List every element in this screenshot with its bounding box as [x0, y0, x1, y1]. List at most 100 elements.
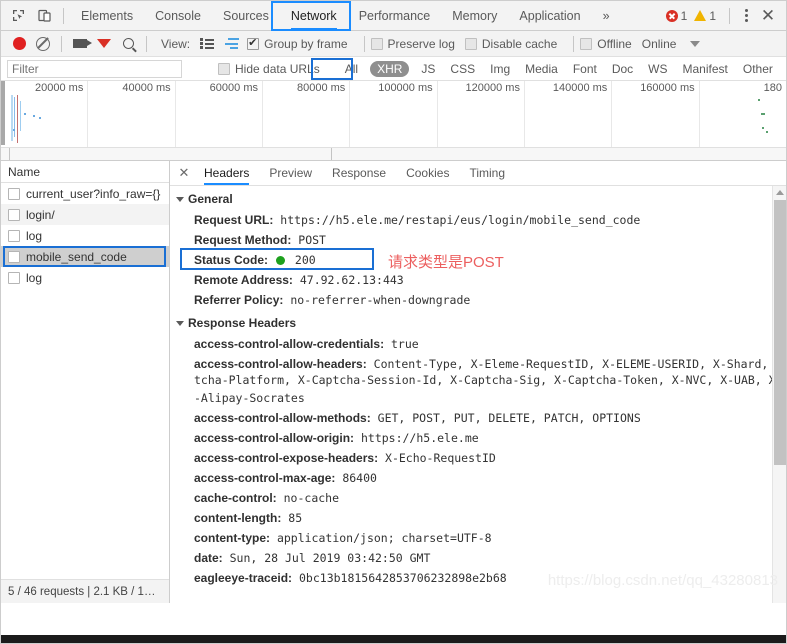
- request-list-header[interactable]: Name: [1, 161, 169, 183]
- overview-handle-right[interactable]: [331, 148, 332, 160]
- scrollbar-thumb[interactable]: [774, 200, 786, 465]
- tick-label: 40000 ms: [122, 82, 171, 94]
- row-checkbox-icon[interactable]: [8, 208, 20, 221]
- row-checkbox-icon[interactable]: [8, 187, 20, 200]
- filter-type-doc[interactable]: Doc: [609, 61, 636, 77]
- network-main-area: Name current_user?info_raw={} login/ log: [1, 161, 786, 603]
- general-section-header[interactable]: General: [170, 192, 786, 206]
- tab-memory[interactable]: Memory: [441, 1, 508, 31]
- headers-content: General Request URL: https://h5.ele.me/r…: [170, 186, 786, 603]
- request-detail-panel: ✕ Headers Preview Response Cookies Timin…: [170, 161, 786, 603]
- scroll-up-icon[interactable]: [773, 186, 786, 199]
- header-key: Status Code:: [194, 253, 269, 267]
- device-toolbar-icon[interactable]: [31, 3, 57, 29]
- tab-label: Preview: [269, 165, 313, 180]
- preserve-log-checkbox[interactable]: Preserve log: [370, 37, 455, 51]
- tab-response[interactable]: Response: [322, 161, 396, 186]
- list-view-icon[interactable]: [195, 32, 219, 56]
- detail-scrollbar[interactable]: [772, 186, 786, 603]
- header-value-continuation: tcha-Platform, X-Captcha-Session-Id, X-C…: [194, 373, 786, 387]
- filter-type-other[interactable]: Other: [740, 61, 776, 77]
- header-key: content-length:: [194, 511, 282, 525]
- header-key: Request Method:: [194, 233, 292, 247]
- clear-button-icon[interactable]: [31, 32, 55, 56]
- header-key: access-control-allow-headers:: [194, 357, 367, 371]
- filter-type-css[interactable]: CSS: [447, 61, 478, 77]
- request-row-log-1[interactable]: log: [1, 225, 169, 246]
- header-row-expose-headers: access-control-expose-headers: X-Echo-Re…: [170, 448, 786, 468]
- toolbar-divider: [146, 35, 147, 52]
- row-checkbox-icon[interactable]: [8, 250, 20, 263]
- response-headers-section-header[interactable]: Response Headers: [170, 316, 786, 330]
- more-options-icon[interactable]: [736, 5, 756, 27]
- header-value: 86400: [342, 471, 377, 485]
- error-icon: [665, 9, 678, 22]
- filter-type-img[interactable]: Img: [487, 61, 513, 77]
- tab-performance[interactable]: Performance: [348, 1, 442, 31]
- close-panel-icon[interactable]: ✕: [174, 162, 194, 184]
- tab-label: Response: [332, 165, 387, 180]
- filter-type-media[interactable]: Media: [522, 61, 561, 77]
- disable-cache-checkbox[interactable]: Disable cache: [464, 37, 557, 51]
- search-icon[interactable]: [116, 32, 140, 56]
- throttling-select-value[interactable]: Online: [642, 37, 677, 51]
- filter-type-all[interactable]: All: [342, 61, 361, 77]
- header-key: eagleeye-traceid:: [194, 571, 293, 585]
- header-row-referrer-policy: Referrer Policy: no-referrer-when-downgr…: [170, 290, 786, 310]
- tab-headers[interactable]: Headers: [194, 161, 259, 186]
- network-overview-timeline[interactable]: 20000 ms 40000 ms 60000 ms 80000 ms 1000…: [1, 81, 786, 161]
- header-key: Remote Address:: [194, 273, 293, 287]
- tab-preview[interactable]: Preview: [259, 161, 322, 186]
- inspect-element-icon[interactable]: [5, 3, 31, 29]
- tab-timing[interactable]: Timing: [459, 161, 515, 186]
- close-icon[interactable]: ✕: [756, 5, 780, 27]
- tick-label: 160000 ms: [640, 82, 695, 94]
- header-row-allow-origin: access-control-allow-origin: https://h5.…: [170, 428, 786, 448]
- hide-data-urls-checkbox[interactable]: Hide data URLs: [218, 62, 320, 76]
- checkbox-icon: [247, 36, 260, 50]
- request-row-mobile-send-code[interactable]: mobile_send_code: [1, 246, 169, 267]
- filter-type-font[interactable]: Font: [570, 61, 600, 77]
- warning-count-badge[interactable]: 1: [694, 9, 716, 23]
- waterfall-view-icon[interactable]: [219, 32, 243, 56]
- filter-type-js[interactable]: JS: [418, 61, 438, 77]
- chevron-down-icon[interactable]: [690, 40, 701, 47]
- resource-type-filters: All XHR JS CSS Img Media Font Doc WS Man…: [342, 60, 776, 77]
- filter-type-xhr[interactable]: XHR: [370, 60, 410, 77]
- tab-console[interactable]: Console: [144, 1, 212, 31]
- offline-label: Offline: [597, 36, 632, 51]
- tab-network[interactable]: Network: [280, 1, 348, 31]
- header-row-content-length: content-length: 85: [170, 508, 786, 528]
- camera-icon[interactable]: [68, 32, 92, 56]
- tab-sources[interactable]: Sources: [212, 1, 280, 31]
- overview-handle-left[interactable]: [9, 148, 10, 160]
- row-checkbox-icon[interactable]: [8, 229, 20, 242]
- request-list-panel: Name current_user?info_raw={} login/ log: [1, 161, 170, 603]
- header-value: no-cache: [283, 491, 340, 505]
- view-label: View:: [161, 36, 191, 51]
- more-tabs-button[interactable]: »: [592, 1, 621, 31]
- checkbox-icon: [370, 37, 383, 50]
- tab-elements[interactable]: Elements: [70, 1, 144, 31]
- header-key: content-type:: [194, 531, 270, 545]
- offline-checkbox[interactable]: Offline: [580, 36, 632, 51]
- tab-label: Elements: [81, 8, 134, 23]
- record-button-icon[interactable]: [7, 32, 31, 56]
- error-count-badge[interactable]: 1: [665, 9, 687, 23]
- header-value: 200: [294, 253, 316, 267]
- overview-scrubber[interactable]: [1, 147, 786, 160]
- filter-funnel-icon[interactable]: [92, 32, 116, 61]
- header-key: Request URL:: [194, 213, 274, 227]
- filter-bar: Hide data URLs All XHR JS CSS Img Media …: [1, 57, 786, 81]
- request-row-log-2[interactable]: log: [1, 267, 169, 288]
- header-value: GET, POST, PUT, DELETE, PATCH, OPTIONS: [377, 411, 641, 425]
- row-checkbox-icon[interactable]: [8, 271, 20, 284]
- filter-input[interactable]: [7, 59, 182, 78]
- request-row-current-user[interactable]: current_user?info_raw={}: [1, 183, 169, 204]
- group-by-frame-checkbox[interactable]: Group by frame: [247, 36, 348, 51]
- tab-cookies[interactable]: Cookies: [396, 161, 459, 186]
- filter-type-ws[interactable]: WS: [645, 61, 670, 77]
- request-row-login[interactable]: login/: [1, 204, 169, 225]
- filter-type-manifest[interactable]: Manifest: [680, 61, 731, 77]
- tab-application[interactable]: Application: [508, 1, 591, 31]
